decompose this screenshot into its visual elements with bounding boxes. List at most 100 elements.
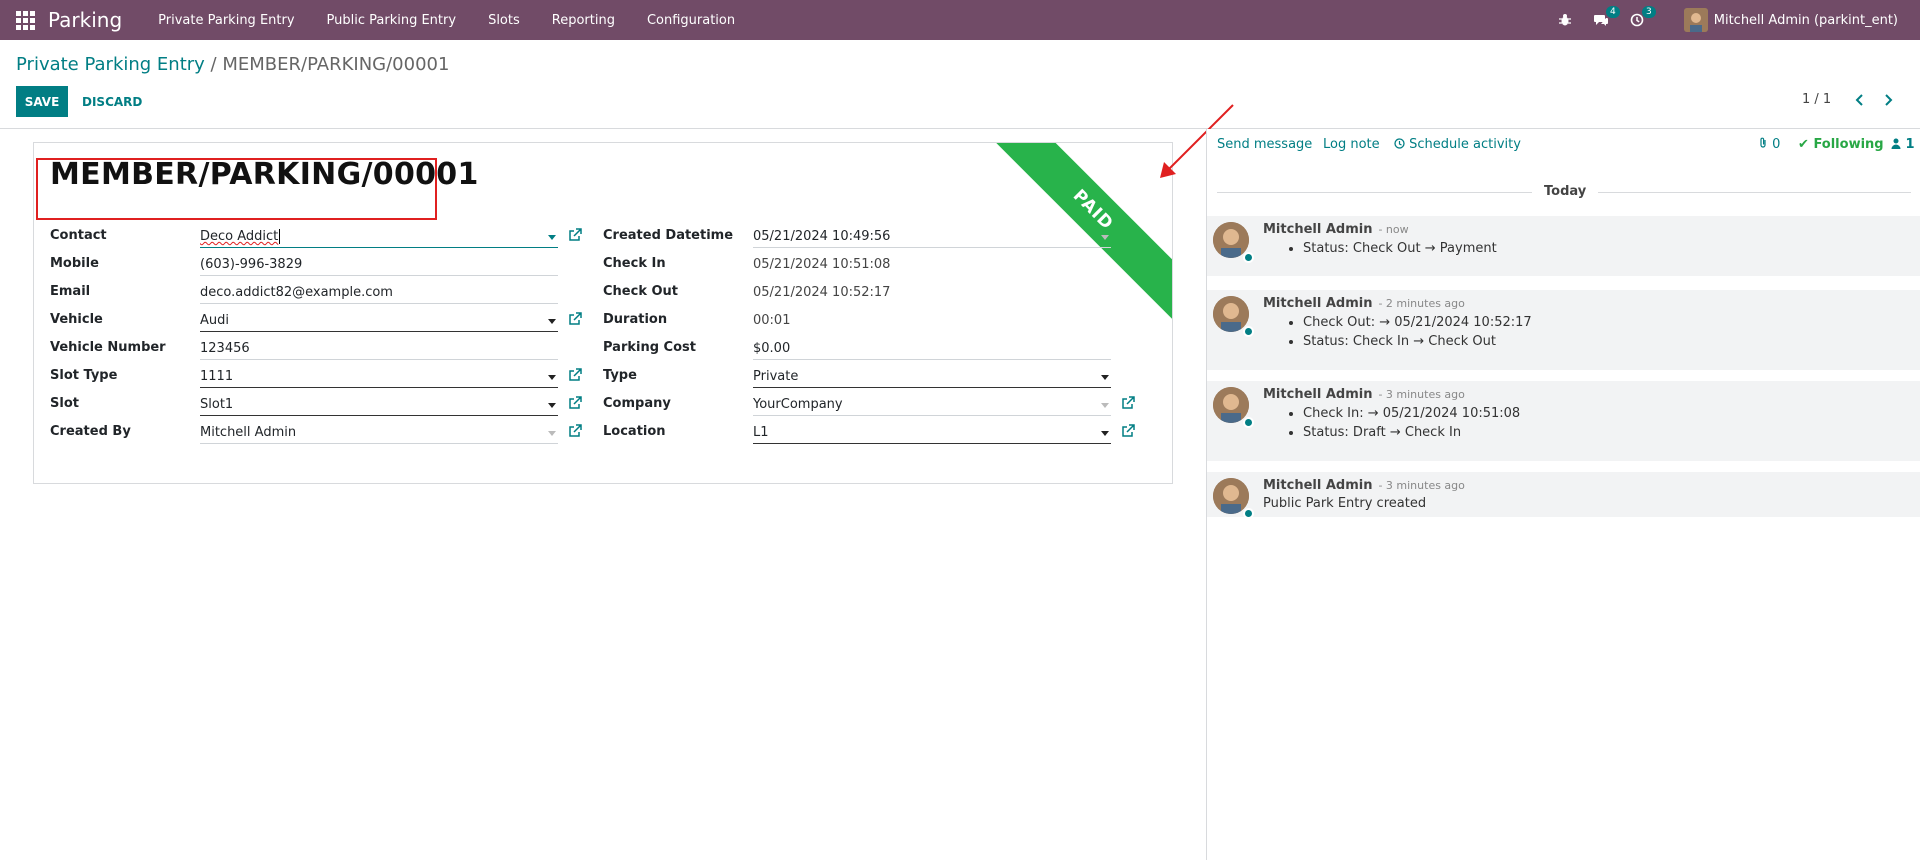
duration-value: 00:01 <box>753 313 791 328</box>
record-title: MEMBER/PARKING/00001 <box>50 157 479 192</box>
messages-count-badge: 4 <box>1606 6 1620 18</box>
menu-configuration[interactable]: Configuration <box>631 13 751 28</box>
vehicle-field[interactable]: Audi <box>200 310 558 332</box>
chatter-message: Mitchell Admin- 2 minutes ago Check Out:… <box>1207 290 1920 370</box>
created-by-field[interactable]: Mitchell Admin <box>200 422 558 444</box>
message-author[interactable]: Mitchell Admin - 3 minutes ago <box>1263 387 1465 402</box>
company-dropdown-caret-icon <box>1101 403 1109 408</box>
menu-slots[interactable]: Slots <box>472 13 536 28</box>
email-field[interactable]: deco.addict82@example.com <box>200 282 558 304</box>
type-select[interactable]: Private <box>753 366 1111 388</box>
created-datetime-field[interactable]: 05/21/2024 10:49:56 <box>753 226 1111 248</box>
activities-count-badge: 3 <box>1642 6 1656 18</box>
created-datetime-label: Created Datetime <box>603 228 734 243</box>
vehicle-label: Vehicle <box>50 312 103 327</box>
author-avatar[interactable] <box>1213 296 1254 337</box>
following-button[interactable]: ✔ Following <box>1798 137 1884 152</box>
tracking-line: Check Out: → 05/21/2024 10:52:17 <box>1303 315 1532 334</box>
created-by-label: Created By <box>50 424 131 439</box>
slot-type-dropdown-caret-icon <box>548 375 556 380</box>
contact-field[interactable]: Deco Addict <box>200 226 558 248</box>
company-value: YourCompany <box>753 397 843 412</box>
breadcrumb-current: MEMBER/PARKING/00001 <box>222 54 450 75</box>
vehicle-dropdown-caret-icon <box>548 319 556 324</box>
location-label: Location <box>603 424 666 439</box>
vehicle-value: Audi <box>200 313 229 328</box>
save-button[interactable]: SAVE <box>16 86 68 117</box>
followers-button[interactable]: 1 <box>1891 137 1915 152</box>
breadcrumb-parent-link[interactable]: Private Parking Entry <box>16 54 205 75</box>
created-by-dropdown-caret-icon <box>548 431 556 436</box>
message-time: - 3 minutes ago <box>1378 388 1465 401</box>
activities-clock-icon[interactable]: 3 <box>1622 0 1656 40</box>
contact-external-link-icon[interactable] <box>568 228 582 242</box>
user-name: Mitchell Admin (parkint_ent) <box>1713 12 1898 28</box>
author-avatar[interactable] <box>1213 387 1254 428</box>
chatter-message: Mitchell Admin- 3 minutes ago Check In: … <box>1207 381 1920 461</box>
send-message-button[interactable]: Send message <box>1217 137 1312 152</box>
slot-external-link-icon[interactable] <box>568 396 582 410</box>
contact-label: Contact <box>50 228 107 243</box>
parking-cost-field[interactable]: $0.00 <box>753 338 1111 360</box>
schedule-activity-button[interactable]: Schedule activity <box>1394 137 1521 152</box>
paperclip-icon <box>1760 137 1766 148</box>
debug-bug-icon[interactable] <box>1550 0 1580 40</box>
message-author[interactable]: Mitchell Admin - 2 minutes ago <box>1263 296 1465 311</box>
message-author[interactable]: Mitchell Admin - now <box>1263 222 1409 237</box>
check-in-value: 05/21/2024 10:51:08 <box>753 257 891 272</box>
tracking-line: Status: Check Out → Payment <box>1303 241 1497 260</box>
contact-dropdown-caret-icon <box>548 235 556 240</box>
vehicle-number-field[interactable]: 123456 <box>200 338 558 360</box>
menu-private-parking-entry[interactable]: Private Parking Entry <box>142 13 310 28</box>
tracking-list: Check Out: → 05/21/2024 10:52:17 Status:… <box>1303 315 1532 353</box>
following-label: Following <box>1813 137 1884 152</box>
location-field[interactable]: L1 <box>753 422 1111 444</box>
created-by-external-link-icon[interactable] <box>568 424 582 438</box>
user-menu[interactable]: Mitchell Admin (parkint_ent) <box>1683 8 1898 32</box>
schedule-activity-label: Schedule activity <box>1409 137 1521 152</box>
discard-button[interactable]: DISCARD <box>78 86 146 117</box>
message-time: - 2 minutes ago <box>1378 297 1465 310</box>
top-navbar: Parking Private Parking Entry Public Par… <box>0 0 1920 40</box>
created-datetime-caret-icon <box>1101 235 1109 240</box>
online-status-icon <box>1243 417 1254 428</box>
attachments-button[interactable]: 0 <box>1758 137 1780 152</box>
contact-value: Deco Addict <box>200 229 279 244</box>
online-status-icon <box>1243 326 1254 337</box>
attachments-count: 0 <box>1772 137 1781 152</box>
slot-type-field[interactable]: 1111 <box>200 366 558 388</box>
form-sheet: PAID MEMBER/PARKING/00001 Contact Deco A… <box>33 142 1173 484</box>
online-status-icon <box>1243 508 1254 519</box>
chatter-message: Mitchell Admin - 3 minutes ago Public Par… <box>1207 472 1920 519</box>
tracking-line: Status: Draft → Check In <box>1303 425 1520 444</box>
location-external-link-icon[interactable] <box>1121 424 1135 438</box>
vehicle-external-link-icon[interactable] <box>568 312 582 326</box>
slot-type-external-link-icon[interactable] <box>568 368 582 382</box>
app-brand[interactable]: Parking <box>48 8 122 32</box>
menu-public-parking-entry[interactable]: Public Parking Entry <box>311 13 473 28</box>
messages-icon[interactable]: 4 <box>1586 0 1620 40</box>
pager-previous-button[interactable] <box>1850 89 1870 111</box>
tracking-line: Check In: → 05/21/2024 10:51:08 <box>1303 406 1520 425</box>
message-author[interactable]: Mitchell Admin - 3 minutes ago <box>1263 478 1465 493</box>
chatter-message: Mitchell Admin- now Status: Check Out → … <box>1207 216 1920 276</box>
pager-value[interactable]: 1 / 1 <box>1802 92 1831 107</box>
slot-label: Slot <box>50 396 79 411</box>
mobile-field[interactable]: (603)-996-3829 <box>200 254 558 276</box>
company-external-link-icon[interactable] <box>1121 396 1135 410</box>
slot-field[interactable]: Slot1 <box>200 394 558 416</box>
menu-reporting[interactable]: Reporting <box>536 13 631 28</box>
tracking-list: Status: Check Out → Payment <box>1303 241 1497 260</box>
pager-next-button[interactable] <box>1878 89 1898 111</box>
author-avatar[interactable] <box>1213 222 1254 263</box>
tracking-line: Status: Check In → Check Out <box>1303 334 1532 353</box>
apps-menu-icon[interactable] <box>14 9 36 31</box>
type-value: Private <box>753 369 799 384</box>
log-note-button[interactable]: Log note <box>1323 137 1380 152</box>
author-avatar[interactable] <box>1213 478 1254 519</box>
message-body: Public Park Entry created <box>1263 496 1427 511</box>
clock-icon <box>1394 138 1405 149</box>
vehicle-number-label: Vehicle Number <box>50 340 166 355</box>
location-dropdown-caret-icon <box>1101 431 1109 436</box>
company-field[interactable]: YourCompany <box>753 394 1111 416</box>
